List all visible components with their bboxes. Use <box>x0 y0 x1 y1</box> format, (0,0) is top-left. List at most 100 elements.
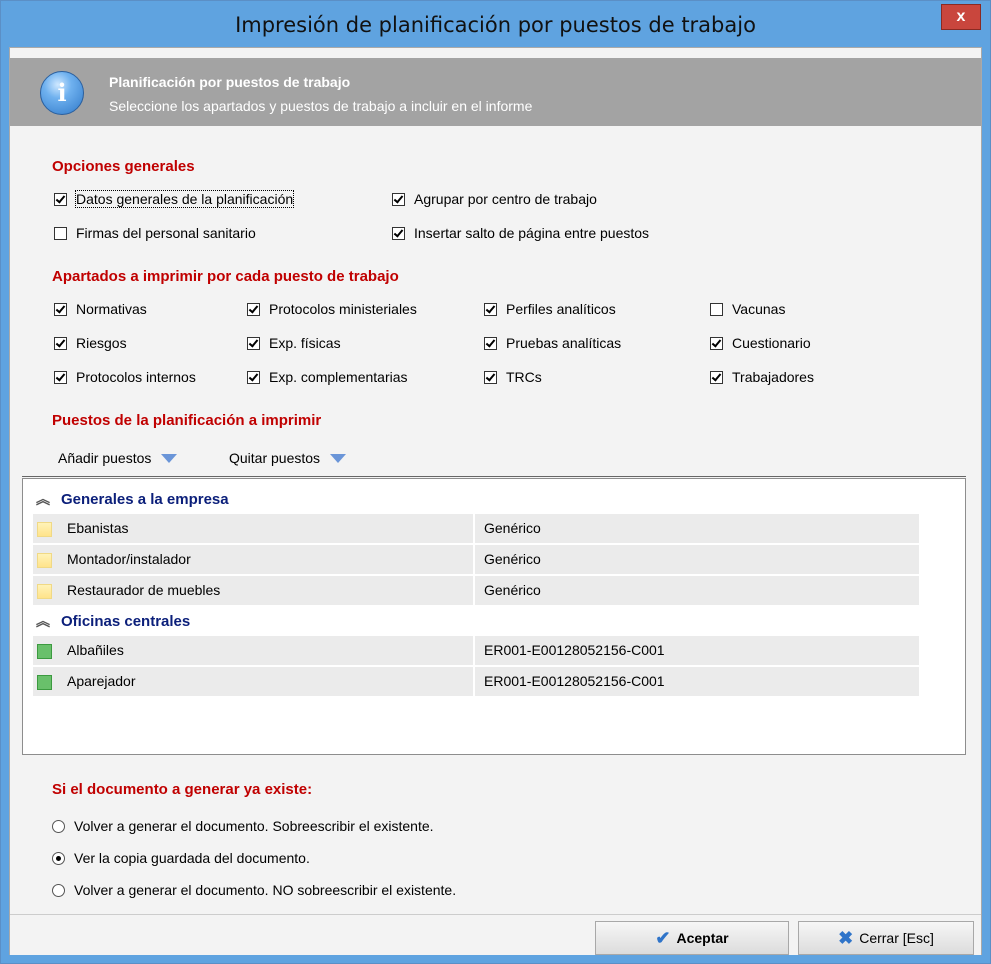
position-code: Genérico <box>484 551 541 567</box>
table-row[interactable]: Restaurador de muebles Genérico <box>33 576 919 607</box>
checkbox[interactable] <box>484 336 497 350</box>
checkbox[interactable] <box>484 302 497 316</box>
add-positions-button[interactable]: Añadir puestos <box>58 450 178 466</box>
checkmark-icon: ✔ <box>655 927 671 948</box>
radio-button[interactable] <box>52 883 65 897</box>
title-bar: Impresión de planificación por puestos d… <box>1 1 990 47</box>
existing-doc-option[interactable]: Ver la copia guardada del documento. <box>52 848 310 868</box>
existing-doc-option[interactable]: Volver a generar el documento. Sobreescr… <box>52 816 434 836</box>
button-bar: ✔ Aceptar ✖ Cerrar [Esc] <box>10 914 981 955</box>
position-code: Genérico <box>484 582 541 598</box>
checkbox-label: Riesgos <box>76 335 127 351</box>
section-option[interactable]: Exp. físicas <box>247 333 341 353</box>
checkbox[interactable] <box>247 370 260 384</box>
dropdown-arrow-icon <box>330 453 347 463</box>
table-row[interactable]: Montador/instalador Genérico <box>33 545 919 576</box>
section-option[interactable]: Exp. complementarias <box>247 367 408 387</box>
checkbox-label: Protocolos internos <box>76 369 196 385</box>
checkbox[interactable] <box>710 302 723 316</box>
position-name: Ebanistas <box>67 520 129 536</box>
section-option[interactable]: Riesgos <box>54 333 127 353</box>
checkbox[interactable] <box>54 336 67 350</box>
close-label: Cerrar [Esc] <box>859 930 934 946</box>
folder-icon <box>37 522 52 537</box>
section-option[interactable]: Protocolos internos <box>54 367 196 387</box>
checkbox[interactable] <box>247 336 260 350</box>
radio-label: Ver la copia guardada del documento. <box>74 850 310 866</box>
general-option-datos-generales[interactable]: Datos generales de la planificación <box>54 189 295 209</box>
checkbox[interactable] <box>54 302 67 316</box>
positions-list[interactable]: ︽ Generales a la empresa Ebanistas Genérico… <box>22 478 966 755</box>
folder-icon <box>37 553 52 568</box>
remove-positions-label: Quitar puestos <box>229 450 321 466</box>
close-button[interactable]: ✖ Cerrar [Esc] <box>798 921 974 955</box>
radio-button[interactable] <box>52 851 65 865</box>
checkbox-label: Insertar salto de página entre puestos <box>414 225 650 241</box>
checkbox-label: Agrupar por centro de trabajo <box>414 191 597 207</box>
table-row[interactable]: Albañiles ER001-E00128052156-C001 <box>33 636 919 667</box>
dropdown-arrow-icon <box>161 453 178 463</box>
section-option[interactable]: Perfiles analíticos <box>484 299 616 319</box>
banner-subtitle: Seleccione los apartados y puestos de tr… <box>109 98 533 114</box>
position-code: ER001-E00128052156-C001 <box>484 642 665 658</box>
position-code: Genérico <box>484 520 541 536</box>
radio-label: Volver a generar el documento. NO sobree… <box>74 882 457 898</box>
group-header[interactable]: ︽ Oficinas centrales <box>23 607 190 635</box>
group-label: Oficinas centrales <box>61 612 191 630</box>
radio-button[interactable] <box>52 819 65 833</box>
table-row[interactable]: Ebanistas Genérico <box>33 514 919 545</box>
group-label: Generales a la empresa <box>61 490 229 508</box>
section-option[interactable]: Protocolos ministeriales <box>247 299 417 319</box>
collapse-chevron-icon[interactable]: ︽ <box>35 489 51 509</box>
checkbox-label: Normativas <box>76 301 147 317</box>
close-window-button[interactable]: x <box>941 4 981 30</box>
section-option[interactable]: Pruebas analíticas <box>484 333 621 353</box>
accept-button[interactable]: ✔ Aceptar <box>595 921 789 955</box>
checkbox[interactable] <box>710 370 723 384</box>
checkbox[interactable] <box>54 226 67 240</box>
group-header[interactable]: ︽ Generales a la empresa <box>23 485 229 513</box>
checkbox[interactable] <box>392 226 405 240</box>
general-option-salto-pagina[interactable]: Insertar salto de página entre puestos <box>392 223 649 243</box>
position-name: Restaurador de muebles <box>67 582 221 598</box>
positions-heading: Puestos de la planificación a imprimir <box>52 412 322 429</box>
accept-label: Aceptar <box>676 930 729 946</box>
info-icon: i <box>40 71 84 115</box>
checkbox-label: Protocolos ministeriales <box>269 301 417 317</box>
position-name: Montador/instalador <box>67 551 191 567</box>
general-option-firmas[interactable]: Firmas del personal sanitario <box>54 223 256 243</box>
green-square-icon <box>37 644 52 659</box>
column-divider <box>473 667 475 696</box>
column-divider <box>473 576 475 605</box>
checkbox[interactable] <box>54 192 67 206</box>
collapse-chevron-icon[interactable]: ︽ <box>35 611 51 631</box>
add-positions-label: Añadir puestos <box>58 450 152 466</box>
table-row[interactable]: Aparejador ER001-E00128052156-C001 <box>33 667 919 698</box>
existing-doc-option[interactable]: Volver a generar el documento. NO sobree… <box>52 880 456 900</box>
checkbox[interactable] <box>392 192 405 206</box>
checkbox-label: Exp. complementarias <box>269 369 408 385</box>
banner-title: Planificación por puestos de trabajo <box>109 74 351 90</box>
remove-positions-button[interactable]: Quitar puestos <box>229 450 347 466</box>
checkbox[interactable] <box>484 370 497 384</box>
checkbox[interactable] <box>710 336 723 350</box>
close-x-icon: ✖ <box>838 927 854 948</box>
checkbox[interactable] <box>54 370 67 384</box>
checkbox-label: Perfiles analíticos <box>506 301 616 317</box>
checkbox[interactable] <box>247 302 260 316</box>
position-name: Albañiles <box>67 642 124 658</box>
checkbox-label: Vacunas <box>732 301 786 317</box>
section-option[interactable]: TRCs <box>484 367 542 387</box>
column-divider <box>473 636 475 665</box>
folder-icon <box>37 584 52 599</box>
general-option-agrupar[interactable]: Agrupar por centro de trabajo <box>392 189 597 209</box>
sections-heading: Apartados a imprimir por cada puesto de … <box>52 268 399 285</box>
window-title: Impresión de planificación por puestos d… <box>235 13 756 37</box>
section-option[interactable]: Cuestionario <box>710 333 811 353</box>
general-options-heading: Opciones generales <box>52 158 195 175</box>
section-option[interactable]: Vacunas <box>710 299 785 319</box>
section-option[interactable]: Trabajadores <box>710 367 814 387</box>
section-option[interactable]: Normativas <box>54 299 147 319</box>
checkbox-label: TRCs <box>506 369 542 385</box>
checkbox-label: Trabajadores <box>732 369 814 385</box>
